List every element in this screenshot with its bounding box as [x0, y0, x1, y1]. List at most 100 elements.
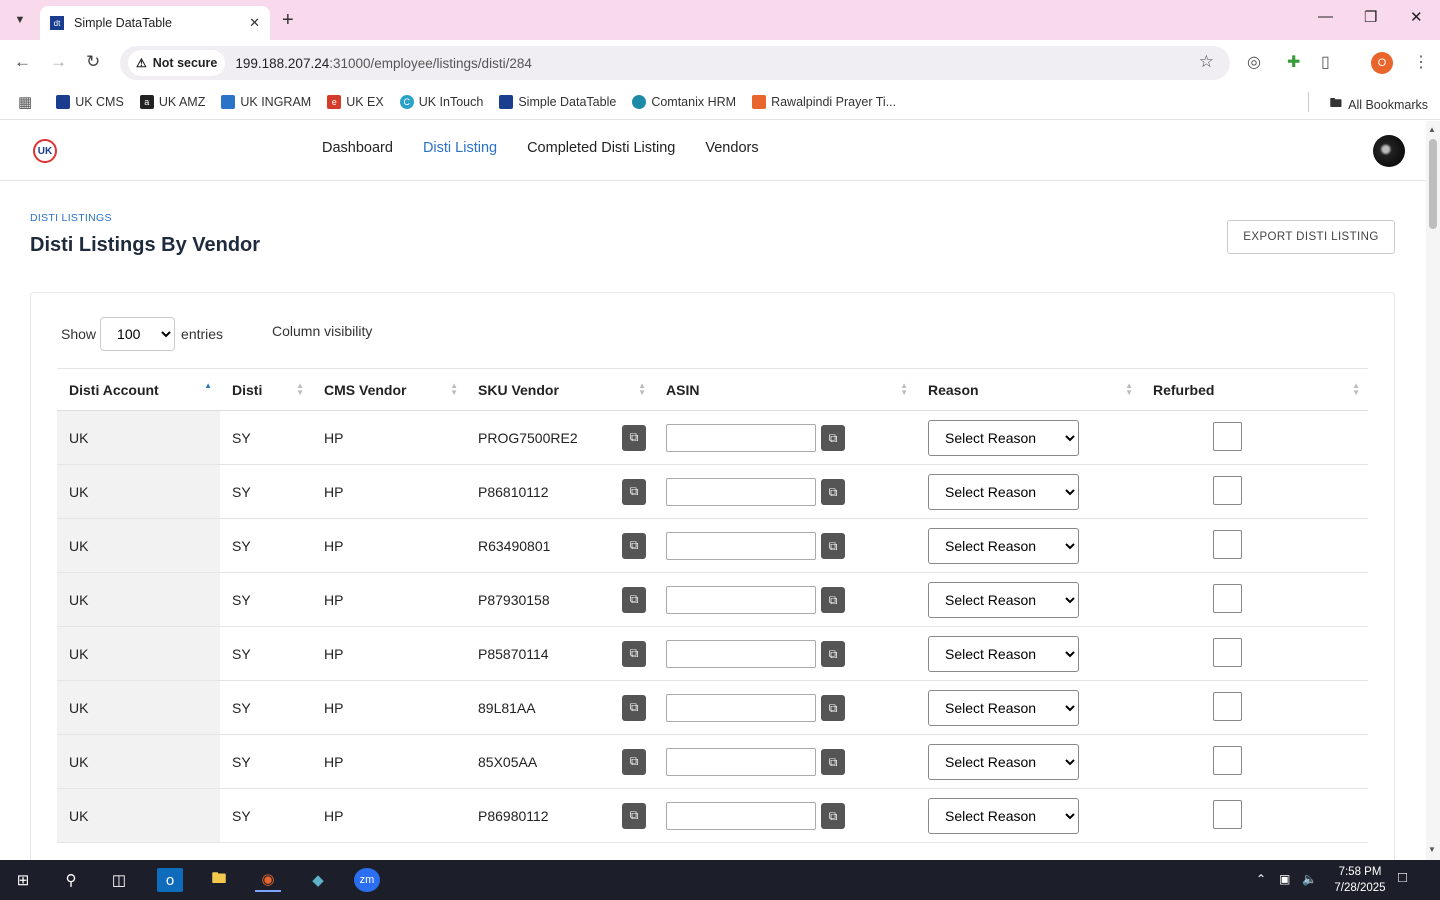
url-text[interactable]: 199.188.207.24:31000/employee/listings/d… [235, 56, 531, 71]
asin-input[interactable] [666, 531, 816, 560]
copy-sku-icon[interactable]: ⧉ [622, 424, 646, 451]
paste-asin-icon[interactable]: ⧉ [821, 479, 845, 506]
scroll-up-icon[interactable]: ▲ [1428, 125, 1436, 134]
col-asin[interactable]: ASIN ▲ ▼ [654, 368, 916, 411]
paste-asin-icon[interactable]: ⧉ [821, 587, 845, 614]
export-disti-listing-button[interactable]: EXPORT DISTI LISTING [1227, 220, 1395, 254]
site-info-button[interactable]: ⚠ Not secure [128, 50, 226, 76]
task-view-icon[interactable]: ◫ [106, 868, 132, 892]
copy-sku-icon[interactable]: ⧉ [622, 532, 646, 559]
asin-input[interactable] [666, 423, 816, 452]
asin-input[interactable] [666, 801, 816, 830]
col-sku-vendor[interactable]: SKU Vendor ▲ ▼ [466, 368, 654, 411]
paste-asin-icon[interactable]: ⧉ [821, 695, 845, 722]
nav-vendors[interactable]: Vendors [705, 140, 758, 156]
column-visibility-button[interactable]: Column visibility [272, 323, 372, 339]
refurbed-checkbox[interactable] [1213, 691, 1242, 721]
bookmark-uk-ingram[interactable]: UK INGRAM [221, 94, 311, 109]
bookmark-uk-amz[interactable]: a UK AMZ [139, 94, 205, 109]
paste-asin-icon[interactable]: ⧉ [821, 425, 845, 452]
refurbed-checkbox[interactable] [1213, 745, 1242, 775]
nav-disti-listing[interactable]: Disti Listing [423, 140, 497, 156]
minimize-icon[interactable]: — [1318, 8, 1333, 25]
bookmark-rawalpindi-prayer[interactable]: Rawalpindi Prayer Ti... [752, 94, 896, 109]
copy-sku-icon[interactable]: ⧉ [622, 478, 646, 505]
tab-close-icon[interactable]: ✕ [249, 15, 260, 31]
reason-select[interactable]: Select Reason [928, 797, 1079, 834]
apps-grid-icon[interactable]: ▦ [18, 93, 32, 111]
refurbed-checkbox[interactable] [1213, 475, 1242, 505]
all-bookmarks-button[interactable]: 🖿 All Bookmarks [1330, 94, 1428, 115]
col-refurbed[interactable]: Refurbed ▲ ▼ [1141, 368, 1368, 411]
col-disti[interactable]: Disti ▲ ▼ [220, 368, 312, 411]
refurbed-checkbox[interactable] [1213, 583, 1242, 613]
copy-sku-icon[interactable]: ⧉ [622, 694, 646, 721]
reason-select[interactable]: Select Reason [928, 527, 1079, 564]
extensions-puzzle-icon[interactable]: ▯ [1321, 52, 1330, 72]
bookmark-star-icon[interactable]: ☆ [1199, 52, 1214, 72]
search-icon[interactable]: ⚲ [58, 868, 84, 892]
outlook-icon[interactable]: o [157, 868, 183, 892]
asin-input[interactable] [666, 639, 816, 668]
paste-asin-icon[interactable]: ⧉ [821, 641, 845, 668]
col-reason[interactable]: Reason ▲ ▼ [916, 368, 1141, 411]
col-disti-account[interactable]: Disti Account ▲ [57, 368, 220, 411]
reason-select[interactable]: Select Reason [928, 635, 1079, 672]
windows-start-icon[interactable]: ⊞ [10, 868, 36, 892]
notifications-icon[interactable]: □ [1398, 869, 1407, 886]
refurbed-checkbox[interactable] [1213, 799, 1242, 829]
restore-icon[interactable]: ❐ [1364, 8, 1377, 26]
window-close-icon[interactable]: ✕ [1410, 8, 1423, 26]
asin-input[interactable] [666, 693, 816, 722]
globe-extension-icon[interactable]: ◎ [1247, 52, 1261, 72]
uk-logo-icon[interactable]: UK [33, 139, 57, 163]
reason-select[interactable]: Select Reason [928, 419, 1079, 456]
omnibox[interactable]: ⚠ Not secure 199.188.207.24:31000/employ… [120, 46, 1230, 80]
scroll-thumb[interactable] [1429, 139, 1437, 229]
paste-asin-icon[interactable]: ⧉ [821, 533, 845, 560]
profile-avatar[interactable]: O [1371, 52, 1393, 74]
reason-select[interactable]: Select Reason [928, 581, 1079, 618]
browser-menu-icon[interactable]: ⋮ [1413, 52, 1429, 72]
nav-completed-disti-listing[interactable]: Completed Disti Listing [527, 140, 675, 156]
bookmark-comtanix-hrm[interactable]: Comtanix HRM [632, 94, 736, 109]
bookmark-uk-ex[interactable]: e UK EX [327, 94, 384, 109]
new-tab-plus-icon[interactable]: + [282, 9, 294, 32]
refurbed-checkbox[interactable] [1213, 421, 1242, 451]
reason-select[interactable]: Select Reason [928, 689, 1079, 726]
back-arrow-icon[interactable]: ← [14, 52, 31, 72]
system-clock[interactable]: 7:58 PM 7/28/2025 [1330, 864, 1390, 896]
tray-chevron-icon[interactable]: ⌃ [1256, 872, 1266, 886]
forward-arrow-icon[interactable]: → [50, 52, 67, 72]
col-cms-vendor[interactable]: CMS Vendor ▲ ▼ [312, 368, 466, 411]
paste-asin-icon[interactable]: ⧉ [821, 803, 845, 830]
reason-select[interactable]: Select Reason [928, 743, 1079, 780]
file-explorer-icon[interactable]: 🖿 [206, 868, 232, 892]
network-icon[interactable]: ▣ [1279, 872, 1290, 886]
extension-plus-icon[interactable]: ✚ [1287, 52, 1300, 72]
asin-input[interactable] [666, 477, 816, 506]
copy-sku-icon[interactable]: ⧉ [622, 802, 646, 829]
bookmark-uk-cms[interactable]: UK CMS [56, 94, 124, 109]
asin-input[interactable] [666, 747, 816, 776]
app-diamond-icon[interactable]: ◆ [305, 868, 331, 892]
user-avatar[interactable] [1373, 135, 1405, 167]
zoom-icon[interactable]: zm [354, 868, 380, 892]
bookmark-uk-intouch[interactable]: C UK InTouch [399, 94, 483, 109]
copy-sku-icon[interactable]: ⧉ [622, 748, 646, 775]
chrome-icon[interactable]: ◉ [255, 868, 281, 892]
reason-select[interactable]: Select Reason [928, 473, 1079, 510]
nav-dashboard[interactable]: Dashboard [322, 140, 393, 156]
copy-sku-icon[interactable]: ⧉ [622, 586, 646, 613]
reload-icon[interactable]: ↻ [86, 52, 100, 72]
copy-sku-icon[interactable]: ⧉ [622, 640, 646, 667]
bookmark-simple-datatable[interactable]: Simple DataTable [499, 94, 616, 109]
scroll-down-icon[interactable]: ▼ [1428, 845, 1436, 854]
entries-select[interactable]: 100 [100, 317, 176, 351]
page-scrollbar[interactable]: ▲ ▼ [1426, 121, 1440, 860]
refurbed-checkbox[interactable] [1213, 529, 1242, 559]
asin-input[interactable] [666, 585, 816, 614]
paste-asin-icon[interactable]: ⧉ [821, 749, 845, 776]
refurbed-checkbox[interactable] [1213, 637, 1242, 667]
tab-search-chevron-icon[interactable]: ▼ [8, 8, 32, 32]
